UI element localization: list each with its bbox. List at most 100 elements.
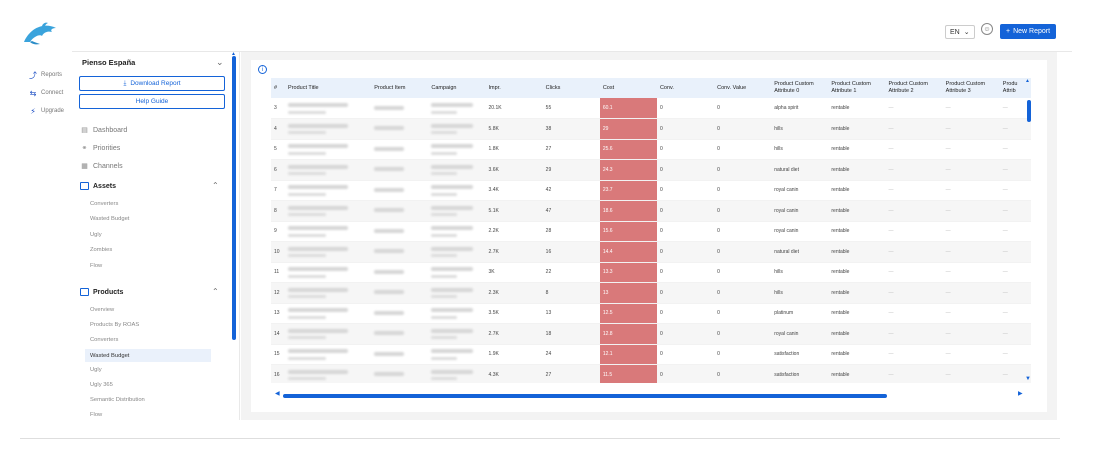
products-item-ugly[interactable]: Ugly <box>90 367 102 373</box>
table-row[interactable]: 6 3.6K 29 24.3 0 0 natural diet rentable — — — <box>271 159 1031 181</box>
cell-attr3: — <box>942 344 1000 365</box>
dolphin-logo-icon[interactable] <box>22 20 62 48</box>
assets-item-ugly[interactable]: Ugly <box>90 232 102 238</box>
table-row[interactable]: 15 1.9K 24 12.1 0 0 satisfaction rentable — — — <box>271 344 1031 365</box>
help-guide-button[interactable]: Help Guide <box>79 94 225 109</box>
table-row[interactable]: 12 2.3K 8 13 0 0 hills rentable — — — <box>271 282 1031 304</box>
products-item-flow[interactable]: Flow <box>90 412 102 418</box>
products-item-semantic-distribution[interactable]: Semantic Distribution <box>90 397 145 403</box>
cell-attr4: — <box>999 159 1031 181</box>
cell-cost: 18.6 <box>599 200 657 222</box>
nav-dashboard-label: Dashboard <box>93 126 128 134</box>
cell-cost: 13.3 <box>599 262 657 283</box>
reports-icon: ⤴ <box>29 70 37 80</box>
col-header-attr-2[interactable]: Product Custom Attribute 2 <box>885 78 943 98</box>
table-row[interactable]: 10 2.7K 16 14.4 0 0 natural diet rentable — — — <box>271 241 1031 263</box>
cell-conv: 0 <box>656 323 715 345</box>
download-report-button[interactable]: ⤓ Download Report <box>79 76 225 91</box>
cell-impr: 2.7K <box>485 241 543 263</box>
row-index: 7 <box>271 180 286 201</box>
cell-conv: 0 <box>656 139 715 160</box>
campaign-redacted <box>428 323 486 345</box>
assets-item-zombies[interactable]: Zombies <box>90 247 112 253</box>
table-scroll-right-icon[interactable]: ▶ <box>1018 390 1023 397</box>
assets-item-converters[interactable]: Converters <box>90 201 118 207</box>
table-row[interactable]: 8 5.1K 47 18.6 0 0 royal canin rentable — — — <box>271 200 1031 222</box>
rail-connect[interactable]: ⇆ Connect <box>28 88 64 98</box>
col-header-attr-0[interactable]: Product Custom Attribute 0 <box>771 78 829 98</box>
cell-conv: 0 <box>656 118 715 140</box>
table-row[interactable]: 3 20.1K 55 60.1 0 0 alpha spirit rentable — — — <box>271 98 1031 119</box>
table-row[interactable]: 9 2.2K 28 15.6 0 0 royal canin rentable — — — <box>271 221 1031 242</box>
assets-item-flow[interactable]: Flow <box>90 263 102 269</box>
cell-attr0: hills <box>771 118 829 140</box>
products-item-wasted-budget[interactable]: Wasted Budget <box>85 349 211 362</box>
assets-collapse-icon[interactable]: ⌃ <box>212 181 219 190</box>
user-profile-icon[interactable]: ☺ <box>981 23 993 35</box>
products-item-ugly-365[interactable]: Ugly 365 <box>90 382 113 388</box>
cell-clicks: 16 <box>542 241 600 263</box>
table-row[interactable]: 5 1.8K 27 25.6 0 0 hills rentable — — — <box>271 139 1031 160</box>
row-index: 8 <box>271 200 286 222</box>
products-item-products-by-roas[interactable]: Products By ROAS <box>90 322 139 328</box>
rail-upgrade[interactable]: ⚡ Upgrade <box>28 106 64 116</box>
language-select[interactable]: EN ⌄ <box>945 25 975 39</box>
col-header-conv[interactable]: Conv. <box>656 78 715 98</box>
campaign-redacted <box>428 262 486 283</box>
col-header-conv-value[interactable]: Conv. Value <box>714 78 772 98</box>
table-row[interactable]: 13 3.5K 13 12.5 0 0 platinum rentable — — — <box>271 303 1031 324</box>
table-horizontal-scrollbar[interactable] <box>283 394 887 398</box>
report-sidebar: Pienso España ⌄ ⤓ Download Report Help G… <box>72 52 240 420</box>
product-title-redacted <box>285 98 372 119</box>
product-item-redacted <box>371 98 429 119</box>
table-scroll-down-icon[interactable]: ▼ <box>1025 376 1031 382</box>
products-item-overview[interactable]: Overview <box>90 307 114 313</box>
col-header-cost[interactable]: Cost <box>599 78 657 98</box>
nav-dashboard[interactable]: ▤ Dashboard <box>80 126 128 135</box>
sidebar-scrollbar[interactable] <box>232 56 236 340</box>
product-title-redacted <box>285 139 372 160</box>
section-products[interactable]: Products <box>80 288 123 296</box>
col-header-clicks[interactable]: Clicks <box>542 78 600 98</box>
col-header-index[interactable]: # <box>271 78 286 98</box>
table-row[interactable]: 16 4.3K 27 11.5 0 0 satisfaction rentable — — — <box>271 364 1031 383</box>
table-scroll-left-icon[interactable]: ◀ <box>275 390 280 397</box>
cell-attr4: — <box>999 241 1031 263</box>
table-panel: i # Product Title Product Item Campaign … <box>251 60 1047 412</box>
cell-attr2: — <box>885 98 943 119</box>
cell-cost: 14.4 <box>599 241 657 263</box>
col-header-product-item[interactable]: Product Item <box>371 78 429 98</box>
cell-attr1: rentable <box>828 139 886 160</box>
account-name[interactable]: Pienso España <box>82 58 135 67</box>
col-header-campaign[interactable]: Campaign <box>428 78 486 98</box>
cell-conv-value: 0 <box>714 139 772 160</box>
product-title-redacted <box>285 159 372 181</box>
col-header-product-title[interactable]: Product Title <box>285 78 372 98</box>
rail-reports[interactable]: ⤴ Reports <box>28 70 62 80</box>
section-assets[interactable]: Assets <box>80 182 116 190</box>
cell-impr: 3.5K <box>485 303 543 324</box>
table-row[interactable]: 11 3K 22 13.3 0 0 hills rentable — — — <box>271 262 1031 283</box>
products-collapse-icon[interactable]: ⌃ <box>212 287 219 296</box>
nav-channels-label: Channels <box>93 162 123 170</box>
products-item-converters[interactable]: Converters <box>90 337 118 343</box>
cell-clicks: 24 <box>542 344 600 365</box>
assets-item-wasted-budget[interactable]: Wasted Budget <box>90 216 129 222</box>
table-row[interactable]: 14 2.7K 18 12.8 0 0 royal canin rentable — — — <box>271 323 1031 345</box>
nav-channels[interactable]: ▦ Channels <box>80 162 123 171</box>
col-header-impr[interactable]: Impr. <box>485 78 543 98</box>
cell-clicks: 28 <box>542 221 600 242</box>
info-icon[interactable]: i <box>258 65 267 74</box>
nav-priorities[interactable]: ⚭ Priorities <box>80 144 121 153</box>
account-chevron-icon[interactable]: ⌄ <box>216 57 224 68</box>
table-vertical-scrollbar[interactable] <box>1027 100 1031 122</box>
assets-icon <box>80 182 89 190</box>
product-item-redacted <box>371 262 429 283</box>
table-row[interactable]: 7 3.4K 42 23.7 0 0 royal canin rentable — — — <box>271 180 1031 201</box>
cell-conv-value: 0 <box>714 262 772 283</box>
new-report-button[interactable]: + New Report <box>1000 24 1056 39</box>
col-header-attr-1[interactable]: Product Custom Attribute 1 <box>828 78 886 98</box>
table-scroll-up-icon[interactable]: ▲ <box>1025 78 1030 84</box>
table-row[interactable]: 4 5.8K 38 29 0 0 hills rentable — — — <box>271 118 1031 140</box>
col-header-attr-3[interactable]: Product Custom Attribute 3 <box>942 78 1000 98</box>
